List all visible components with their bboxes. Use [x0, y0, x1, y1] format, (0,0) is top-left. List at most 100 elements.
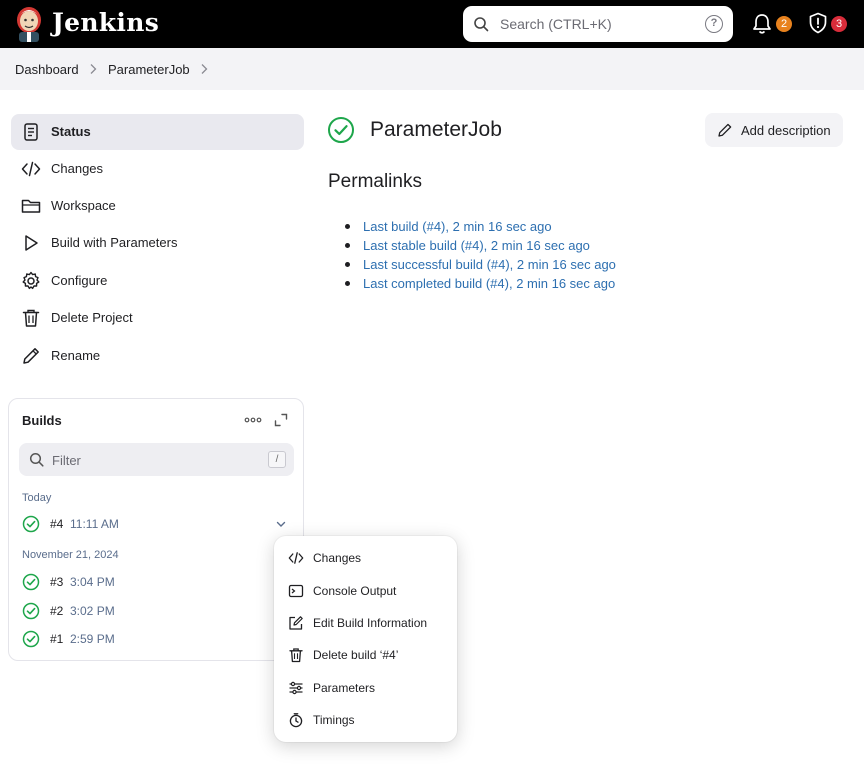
sidebar-item-changes[interactable]: Changes — [11, 151, 304, 187]
sidebar-item-build-with-parameters[interactable]: Build with Parameters — [11, 225, 304, 261]
search-input[interactable]: Search (CTRL+K) — [500, 16, 612, 32]
permalink-last-build[interactable]: Last build (#4), 2 min 16 sec ago — [363, 219, 552, 234]
menu-item-parameters[interactable]: Parameters — [282, 675, 449, 701]
menu-item-label: Timings — [313, 713, 355, 727]
permalink-last-completed-build[interactable]: Last completed build (#4), 2 min 16 sec … — [363, 276, 615, 291]
success-check-icon — [22, 602, 40, 620]
help-icon[interactable]: ? — [705, 15, 723, 33]
edit-icon — [289, 616, 303, 630]
bullet — [345, 262, 350, 267]
filter-input[interactable]: Filter — [52, 453, 81, 468]
page-title: ParameterJob — [370, 118, 502, 141]
chevron-down-icon[interactable] — [275, 518, 287, 530]
top-header: Jenkins Search (CTRL+K) ? 2 3 — [0, 0, 864, 48]
build-number[interactable]: #2 — [50, 604, 63, 618]
code-icon — [21, 161, 41, 177]
build-time: 3:02 PM — [70, 604, 115, 618]
bullet — [345, 243, 350, 248]
sidebar-item-label: Configure — [51, 273, 108, 288]
sidebar-item-label: Delete Project — [51, 310, 133, 325]
permalink-last-successful-build[interactable]: Last successful build (#4), 2 min 16 sec… — [363, 257, 616, 272]
build-row-3[interactable]: #3 3:04 PM — [22, 573, 292, 593]
menu-item-console-output[interactable]: Console Output — [282, 578, 449, 604]
builds-filter[interactable]: Filter / — [19, 443, 294, 476]
menu-item-edit-build-information[interactable]: Edit Build Information — [282, 610, 449, 636]
shield-icon[interactable] — [808, 12, 828, 34]
build-context-menu: Changes Console Output Edit Build Inform… — [274, 536, 457, 742]
search-icon — [29, 452, 44, 467]
menu-item-label: Changes — [313, 551, 362, 565]
trash-icon — [289, 648, 303, 663]
bell-icon[interactable] — [752, 13, 772, 35]
filter-shortcut-key: / — [268, 451, 286, 468]
build-group-date: Today — [22, 492, 52, 504]
sidebar-item-label: Status — [51, 124, 91, 139]
pencil-icon — [23, 348, 39, 364]
sidebar-item-status[interactable]: Status — [11, 114, 304, 150]
build-row-2[interactable]: #2 3:02 PM — [22, 602, 292, 622]
add-description-label: Add description — [741, 123, 831, 138]
breadcrumb-item-parameterjob[interactable]: ParameterJob — [108, 62, 190, 77]
menu-item-timings[interactable]: Timings — [282, 707, 449, 733]
sidebar-item-rename[interactable]: Rename — [11, 338, 304, 374]
trash-icon — [22, 309, 40, 327]
breadcrumb: Dashboard ParameterJob — [0, 48, 864, 90]
play-icon — [25, 235, 38, 251]
sidebar-item-label: Build with Parameters — [51, 235, 178, 250]
search-icon — [474, 17, 489, 32]
sliders-icon — [289, 681, 303, 695]
build-group-date: November 21, 2024 — [22, 549, 119, 561]
build-row-1[interactable]: #1 2:59 PM — [22, 630, 292, 650]
build-time: 3:04 PM — [70, 575, 115, 589]
add-description-button[interactable]: Add description — [705, 113, 843, 147]
success-check-icon — [22, 573, 40, 591]
security-count-badge: 3 — [831, 16, 847, 32]
sidebar-item-label: Rename — [51, 348, 101, 363]
expand-icon[interactable] — [274, 413, 288, 427]
list-item: Last successful build (#4), 2 min 16 sec… — [345, 256, 645, 274]
builds-title: Builds — [22, 413, 62, 428]
list-item: Last completed build (#4), 2 min 16 sec … — [345, 275, 645, 293]
more-options-icon[interactable] — [244, 413, 262, 427]
chevron-right-icon[interactable] — [199, 63, 209, 75]
build-number[interactable]: #4 — [50, 517, 63, 531]
sidebar-item-label: Changes — [51, 161, 104, 176]
terminal-icon — [288, 584, 304, 598]
jenkins-logo-icon[interactable] — [14, 5, 44, 43]
build-time: 11:11 AM — [70, 517, 119, 531]
menu-item-label: Console Output — [313, 584, 397, 598]
sidebar-item-configure[interactable]: Configure — [11, 263, 304, 299]
search-box[interactable]: Search (CTRL+K) ? — [463, 6, 733, 42]
menu-item-label: Delete build ‘#4’ — [313, 648, 399, 662]
success-check-icon — [22, 515, 40, 533]
sidebar-item-label: Workspace — [51, 198, 116, 213]
stopwatch-icon — [289, 713, 303, 728]
bullet — [345, 281, 350, 286]
build-number[interactable]: #3 — [50, 575, 63, 589]
list-item: Last stable build (#4), 2 min 16 sec ago — [345, 237, 645, 255]
chevron-right-icon — [90, 64, 97, 74]
menu-item-label: Edit Build Information — [313, 616, 428, 630]
pencil-icon — [718, 123, 732, 137]
code-icon — [288, 552, 304, 564]
success-check-icon — [22, 630, 40, 648]
menu-item-changes[interactable]: Changes — [282, 545, 449, 571]
menu-item-label: Parameters — [313, 681, 376, 695]
build-row-4[interactable]: #4 11:11 AM — [22, 515, 292, 535]
brand-name[interactable]: Jenkins — [52, 8, 159, 37]
sidebar-item-delete-project[interactable]: Delete Project — [11, 300, 304, 336]
gear-icon — [22, 271, 40, 290]
build-number[interactable]: #1 — [50, 632, 63, 646]
builds-panel: Builds Filter / Today #4 11:11 AM Novemb… — [8, 398, 304, 661]
sidebar-item-workspace[interactable]: Workspace — [11, 188, 304, 224]
breadcrumb-item-dashboard[interactable]: Dashboard — [15, 62, 79, 77]
menu-item-delete-build[interactable]: Delete build ‘#4’ — [282, 642, 449, 668]
status-doc-icon — [24, 123, 38, 141]
job-status-success-icon — [328, 117, 354, 143]
bullet — [345, 224, 350, 229]
permalink-last-stable-build[interactable]: Last stable build (#4), 2 min 16 sec ago — [363, 238, 590, 253]
notifications-count-badge: 2 — [776, 16, 792, 32]
permalinks-heading: Permalinks — [328, 171, 422, 192]
build-time: 2:59 PM — [70, 632, 115, 646]
folder-icon — [21, 199, 41, 213]
